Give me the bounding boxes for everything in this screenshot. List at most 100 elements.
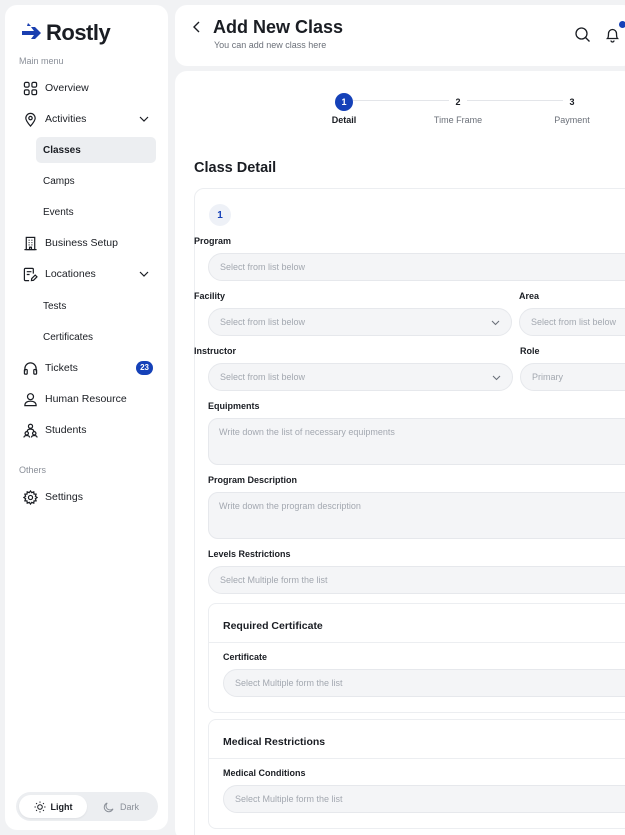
levels-restrictions-select[interactable]: Select Multiple form the list xyxy=(208,566,625,594)
sidebar-item-locationes[interactable]: Locationes xyxy=(17,261,157,287)
divider xyxy=(209,642,625,643)
sidebar-item-classes[interactable]: Classes xyxy=(36,137,156,163)
equipments-placeholder: Write down the list of necessary equipme… xyxy=(219,427,395,437)
program-description-placeholder: Write down the program description xyxy=(219,501,361,511)
sidebar-item-label: Human Resource xyxy=(45,393,127,405)
sidebar-item-label: Events xyxy=(43,206,74,218)
area-placeholder: Select from list below xyxy=(531,317,617,327)
main-menu-label: Main menu xyxy=(19,56,64,66)
instructor-label: Instructor xyxy=(194,346,237,356)
equipments-label: Equipments xyxy=(208,401,260,411)
page-title: Add New Class xyxy=(213,17,344,37)
sidebar-item-events[interactable]: Events xyxy=(36,199,156,225)
program-label: Program xyxy=(194,236,232,246)
chevron-down-icon xyxy=(492,375,501,381)
role-label: Role xyxy=(520,346,540,356)
program-description-label: Program Description xyxy=(208,475,298,485)
section-title: Class Detail xyxy=(194,160,277,176)
certificate-placeholder: Select Multiple form the list xyxy=(235,678,343,688)
notification-dot xyxy=(619,21,625,28)
role-select[interactable]: Primary xyxy=(520,363,625,391)
sidebar-item-label: Certificates xyxy=(43,331,94,343)
step-detail[interactable]: 1 Detail xyxy=(304,93,384,125)
grid-icon xyxy=(21,79,39,97)
sidebar-item-activities[interactable]: Activities xyxy=(17,106,157,132)
medical-restrictions-panel: Medical Restrictions Medical Conditions … xyxy=(208,719,625,829)
sidebar-item-label: Tickets xyxy=(45,362,78,374)
medical-conditions-placeholder: Select Multiple form the list xyxy=(235,794,343,804)
instructor-select[interactable]: Select from list below xyxy=(208,363,513,391)
required-certificate-title: Required Certificate xyxy=(223,620,323,632)
card-number-badge: 1 xyxy=(209,204,231,226)
sidebar-item-label: Settings xyxy=(45,491,83,503)
sidebar-item-overview[interactable]: Overview xyxy=(17,75,157,101)
medical-conditions-select[interactable]: Select Multiple form the list xyxy=(223,785,625,813)
back-arrow-icon[interactable] xyxy=(189,19,205,35)
logo-mark-icon xyxy=(22,23,41,39)
divider xyxy=(209,758,625,759)
sidebar-item-label: Camps xyxy=(43,175,75,187)
certificate-select[interactable]: Select Multiple form the list xyxy=(223,669,625,697)
facility-select[interactable]: Select from list below xyxy=(208,308,512,336)
sidebar-item-label: Tests xyxy=(43,300,67,312)
page-header: Add New Class You can add new class here xyxy=(175,5,625,66)
sidebar-item-label: Classes xyxy=(43,144,81,156)
medical-conditions-label: Medical Conditions xyxy=(223,768,306,778)
sidebar-item-settings[interactable]: Settings xyxy=(17,484,157,510)
area-select[interactable]: Select from list below xyxy=(519,308,625,336)
sidebar-item-human-resource[interactable]: Human Resource xyxy=(17,386,157,412)
required-certificate-panel: Required Certificate Certificate Select … xyxy=(208,603,625,713)
sidebar-item-business-setup[interactable]: Business Setup xyxy=(17,230,157,256)
sidebar-item-certificates[interactable]: Certificates xyxy=(36,324,156,350)
sidebar-item-label: Overview xyxy=(45,82,89,94)
theme-light-option[interactable]: Light xyxy=(19,795,87,818)
facility-label: Facility xyxy=(194,291,226,301)
role-placeholder: Primary xyxy=(532,372,563,382)
levels-restrictions-placeholder: Select Multiple form the list xyxy=(220,575,328,585)
gear-icon xyxy=(21,488,39,506)
sidebar-item-students[interactable]: Students xyxy=(17,417,157,443)
search-icon[interactable] xyxy=(574,26,591,43)
user-icon xyxy=(21,390,39,408)
chevron-down-icon[interactable] xyxy=(137,267,151,281)
users-group-icon xyxy=(21,421,39,439)
theme-dark-label: Dark xyxy=(119,801,139,812)
step-number: 3 xyxy=(563,93,581,111)
sidebar-item-tests[interactable]: Tests xyxy=(36,293,156,319)
sidebar: Rostly Main menu Overview Activities Cla… xyxy=(5,5,168,830)
sidebar-item-label: Students xyxy=(45,424,87,436)
step-label: Detail xyxy=(331,115,357,125)
chevron-down-icon xyxy=(491,320,500,326)
building-icon xyxy=(21,234,39,252)
program-description-textarea[interactable]: Write down the program description xyxy=(208,492,625,539)
equipments-textarea[interactable]: Write down the list of necessary equipme… xyxy=(208,418,625,465)
instructor-placeholder: Select from list below xyxy=(220,372,306,382)
sidebar-item-label: Business Setup xyxy=(45,237,118,249)
logo[interactable]: Rostly xyxy=(21,20,111,46)
step-time-frame[interactable]: 2 Time Frame xyxy=(418,93,498,125)
theme-light-label: Light xyxy=(50,801,73,812)
certificate-label: Certificate xyxy=(223,652,268,662)
chevron-down-icon[interactable] xyxy=(137,112,151,126)
theme-dark-option[interactable]: Dark xyxy=(87,795,155,818)
medical-restrictions-title: Medical Restrictions xyxy=(223,736,326,748)
sidebar-item-tickets[interactable]: Tickets 23 xyxy=(17,355,157,381)
location-pin-icon xyxy=(21,110,39,128)
sidebar-item-label: Locationes xyxy=(45,268,96,280)
bell-icon[interactable] xyxy=(604,26,621,43)
sidebar-item-camps[interactable]: Camps xyxy=(36,168,156,194)
step-label: Time Frame xyxy=(433,115,483,125)
main-panel: 1 Detail 2 Time Frame 3 Payment Class De… xyxy=(175,71,625,835)
theme-toggle[interactable]: Light Dark xyxy=(16,792,158,821)
sun-icon xyxy=(34,801,45,812)
app-name: Rostly xyxy=(46,20,111,45)
area-label: Area xyxy=(519,291,540,301)
step-payment[interactable]: 3 Payment xyxy=(532,93,612,125)
step-label: Payment xyxy=(554,115,590,125)
program-select[interactable]: Select from list below xyxy=(208,253,625,281)
clipboard-edit-icon xyxy=(21,265,39,283)
others-label: Others xyxy=(19,465,47,475)
program-placeholder: Select from list below xyxy=(220,262,306,272)
headphones-icon xyxy=(21,359,39,377)
moon-icon xyxy=(103,802,114,812)
